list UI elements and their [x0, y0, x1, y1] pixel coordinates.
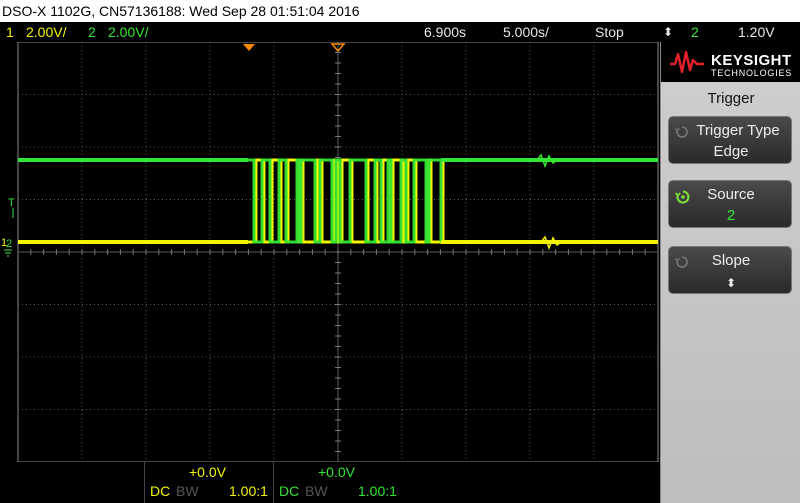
slope-label: Slope	[711, 252, 751, 269]
ch2-ground-marker: 2	[6, 238, 12, 250]
trigger-type-softkey[interactable]: Trigger Type Edge	[668, 116, 792, 164]
traces	[18, 153, 658, 251]
ch1-coupling: DC	[150, 483, 171, 499]
trigger-level-marker: T	[8, 197, 15, 209]
ch1-bw-limit: BW	[176, 483, 199, 499]
waveform-display[interactable]: T12	[0, 42, 660, 462]
ch1-scale[interactable]: 2.00V/	[26, 22, 66, 42]
markers: T12	[1, 43, 346, 257]
title-text: DSO-X 1102G, CN57136188: Wed Sep 28 01:5…	[2, 3, 360, 19]
time-base[interactable]: 5.000s/	[503, 22, 549, 42]
softkey-panel: KEYSIGHT TECHNOLOGIES Trigger Trigger Ty…	[660, 42, 800, 503]
ground-icon	[4, 249, 12, 257]
ch1-trace	[18, 158, 658, 244]
source-label: Source	[707, 186, 755, 203]
slope-softkey[interactable]: Slope ⬍	[668, 246, 792, 294]
trigger-source-number[interactable]: 2	[691, 22, 699, 42]
ch2-info[interactable]: +0.0V DC BW 1.00:1	[273, 462, 401, 503]
ch2-bw-limit: BW	[305, 483, 328, 499]
menu-title: Trigger	[707, 90, 755, 107]
source-softkey[interactable]: Source 2	[668, 180, 792, 228]
source-value: 2	[726, 207, 736, 224]
ch2-offset: +0.0V	[318, 464, 355, 480]
ch2-number[interactable]: 2	[88, 22, 96, 42]
title-bar: DSO-X 1102G, CN57136188: Wed Sep 28 01:5…	[0, 0, 800, 22]
trigger-slope-icon: ⬍	[663, 25, 674, 39]
status-bar: 1 2.00V/ 2 2.00V/ 6.900s 5.000s/ Stop ⬍ …	[0, 22, 800, 42]
run-state[interactable]: Stop	[595, 22, 624, 42]
keysight-wave-icon	[670, 50, 704, 74]
logo-brand: KEYSIGHT	[711, 52, 792, 69]
trigger-type-label: Trigger Type	[696, 122, 780, 139]
ch2-coupling: DC	[279, 483, 300, 499]
logo-sub: TECHNOLOGIES	[711, 68, 793, 78]
channel-info-bar: +0.0V DC BW 1.00:1 +0.0V DC BW 1.00:1	[0, 462, 660, 503]
trigger-type-value: Edge	[713, 143, 749, 160]
ch1-number[interactable]: 1	[6, 22, 14, 42]
time-delay[interactable]: 6.900s	[424, 22, 466, 42]
trigger-level[interactable]: 1.20V	[738, 22, 775, 42]
trigger-position-marker	[243, 44, 255, 51]
ch1-info[interactable]: +0.0V DC BW 1.00:1	[144, 462, 272, 503]
ch2-scale[interactable]: 2.00V/	[108, 22, 148, 42]
keysight-logo: KEYSIGHT TECHNOLOGIES	[661, 42, 800, 82]
ch2-probe: 1.00:1	[358, 483, 397, 499]
ch1-offset: +0.0V	[189, 464, 226, 480]
waveform-svg: T12	[1, 42, 659, 462]
slope-value-icon: ⬍	[725, 276, 737, 290]
graticule	[17, 42, 659, 462]
ch1-probe: 1.00:1	[229, 483, 268, 499]
